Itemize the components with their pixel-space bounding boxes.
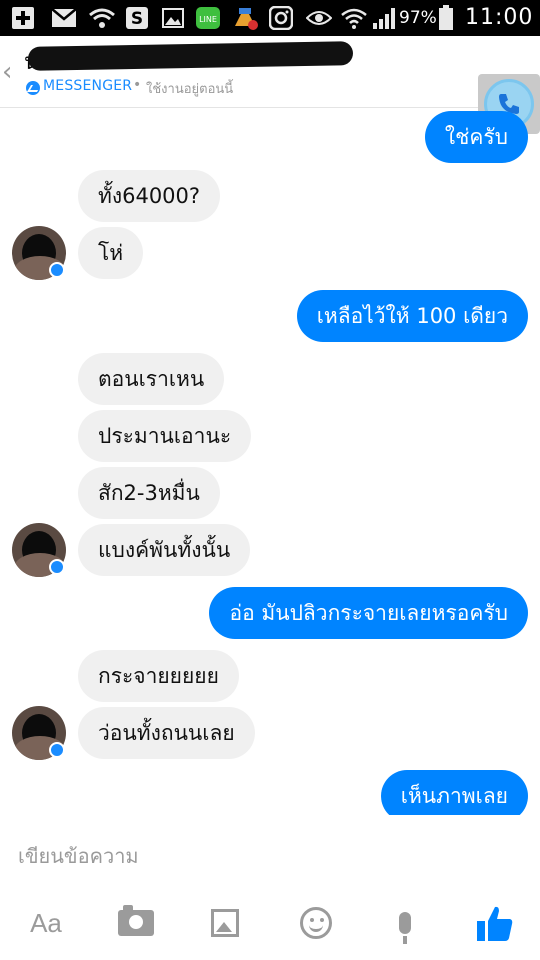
cell-signal-icon bbox=[371, 6, 399, 30]
back-chevron-icon[interactable]: ‹ bbox=[2, 58, 18, 86]
microphone-icon[interactable] bbox=[390, 901, 420, 945]
camera-icon[interactable] bbox=[114, 901, 158, 945]
messenger-badge-icon bbox=[49, 742, 65, 758]
message-bubble-received[interactable]: กระจายยยยย bbox=[78, 650, 239, 702]
mail-icon bbox=[50, 6, 78, 30]
battery-icon bbox=[437, 5, 455, 30]
like-thumb-icon[interactable] bbox=[470, 901, 520, 945]
wifi-signal-icon bbox=[88, 6, 116, 30]
message-bubble-received[interactable]: ประมานเอานะ bbox=[78, 410, 252, 462]
composer-toolbar: Aa bbox=[0, 895, 540, 955]
message-bubble-sent[interactable]: เหลือไว้ให้ 100 เดียว bbox=[296, 290, 528, 342]
messenger-badge-icon bbox=[49, 262, 65, 278]
wifi-icon bbox=[340, 6, 368, 30]
line-app-icon: LINE bbox=[194, 6, 222, 30]
presence-status: ใช้งานอยู่ตอนนี้ bbox=[146, 82, 234, 97]
message-thread[interactable]: ใช่ครับ ทั้ง64000? โห่ เหลือไว้ให้ 100 เ… bbox=[0, 108, 540, 815]
message-bubble-sent[interactable]: ใช่ครับ bbox=[424, 111, 528, 163]
message-bubble-sent[interactable]: อ่อ มันปลิวกระจายเลยหรอครับ bbox=[209, 587, 528, 639]
message-bubble-received[interactable]: ทั้ง64000? bbox=[78, 170, 221, 222]
eye-icon bbox=[305, 6, 333, 30]
message-bubble-received[interactable]: สัก2-3หมื่น bbox=[78, 467, 220, 519]
cleaner-icon bbox=[230, 6, 260, 30]
status-clock: 11:00 bbox=[465, 5, 534, 30]
emoji-icon[interactable] bbox=[296, 901, 336, 945]
gallery-icon[interactable] bbox=[205, 901, 245, 945]
message-bubble-received[interactable]: แบงค์พันทั้งนั้น bbox=[78, 524, 251, 576]
messenger-icon bbox=[26, 81, 40, 95]
image-icon bbox=[160, 6, 186, 30]
instagram-icon bbox=[268, 6, 294, 30]
svg-text:LINE: LINE bbox=[199, 15, 217, 24]
message-bubble-received[interactable]: ตอนเราเหน bbox=[78, 353, 225, 405]
s-app-icon: S bbox=[124, 6, 150, 30]
svg-text:S: S bbox=[131, 9, 143, 29]
message-input[interactable]: เขียนข้อความ bbox=[18, 840, 139, 872]
conversation-header: ‹ น...ฯ...n MESSENGER • ใช้งานอยู่ตอนนี้ bbox=[0, 36, 540, 134]
battery-percent: 97% bbox=[399, 8, 437, 28]
plus-icon bbox=[10, 6, 36, 30]
status-bar: S LINE 97% 11:00 bbox=[0, 0, 540, 36]
separator-dot: • bbox=[133, 77, 142, 93]
message-bubble-received[interactable]: ว่อนทั้งถนนเลย bbox=[78, 707, 255, 759]
message-bubble-sent[interactable]: เห็นภาพเลย bbox=[380, 770, 528, 815]
messenger-label: MESSENGER bbox=[43, 78, 133, 94]
messenger-badge-icon bbox=[49, 559, 65, 575]
text-format-button[interactable]: Aa bbox=[26, 901, 66, 945]
message-bubble-received[interactable]: โห่ bbox=[78, 227, 144, 279]
